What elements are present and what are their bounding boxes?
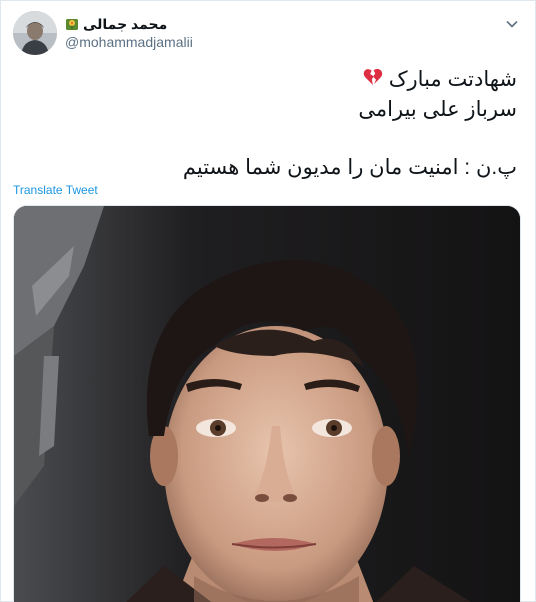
tweet-line-3: پ.ن : امنیت مان را مدیون شما هستیم [182, 155, 517, 179]
tweet-line-1: شهادتت مبارک [17, 65, 517, 95]
tweet-line-1-text: شهادتت مبارک [388, 68, 517, 91]
avatar-image [13, 11, 57, 55]
tweet-text: شهادتت مبارک سرباز علی بیرامی پ.ن : امنی… [17, 65, 517, 182]
selfie-photo [14, 206, 520, 602]
author-display-name[interactable]: محمد جمالی [83, 16, 167, 33]
tweet-line-2: سرباز علی بیرامی [358, 97, 517, 121]
broken-heart-icon [363, 66, 383, 95]
blossom-emoji-icon [65, 17, 79, 31]
translate-tweet-link[interactable]: Translate Tweet [13, 183, 98, 197]
tweet-card[interactable]: محمد جمالی @mohammadjamalii شهادتت مبارک… [0, 0, 536, 602]
tweet-photo[interactable] [13, 205, 521, 602]
author-handle[interactable]: @mohammadjamalii [65, 34, 193, 50]
chevron-down-icon[interactable] [503, 15, 521, 33]
author-name-row: محمد جمالی [65, 14, 167, 34]
avatar[interactable] [13, 11, 57, 55]
